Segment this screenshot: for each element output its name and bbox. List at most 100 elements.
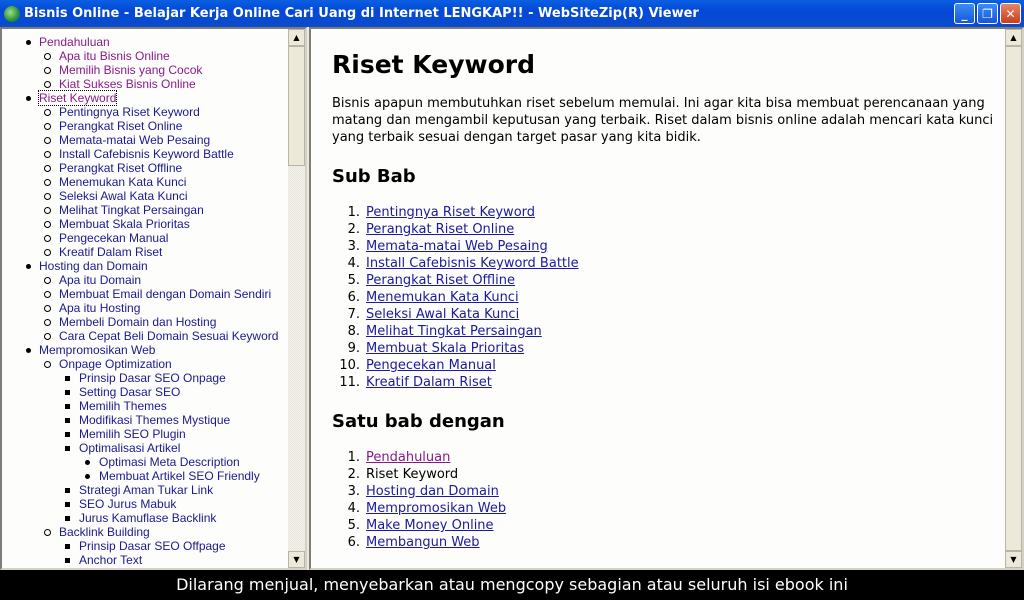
toc-item: Kiat Sukses Bisnis Online xyxy=(39,77,305,91)
toc-item: Kreatif Dalam Riset xyxy=(39,245,305,259)
chapter-link[interactable]: Membuat Skala Prioritas xyxy=(366,340,524,357)
toc-link[interactable]: Kiat Sukses Bisnis Online xyxy=(59,77,196,91)
toc-link[interactable]: Memilih Themes xyxy=(79,399,167,413)
chapter-link[interactable]: Pengecekan Manual xyxy=(366,357,496,374)
toc-item: Pentingnya Riset Keyword xyxy=(39,105,305,119)
close-button[interactable]: ✕ xyxy=(1000,3,1021,24)
toc-link[interactable]: Memilih Bisnis yang Cocok xyxy=(59,63,202,77)
toc-link[interactable]: Membeli Domain dan Hosting xyxy=(59,315,216,329)
content-scrollbar[interactable]: ▲ ▼ xyxy=(1005,29,1022,568)
list-item: 3. Memata-matai Web Pesaing xyxy=(332,238,1012,255)
toc-link[interactable]: Memata-matai Web Pesaing xyxy=(59,133,210,147)
list-item: 5. Make Money Online xyxy=(332,517,1012,534)
toc-item: Membuat Email dengan Domain Sendiri xyxy=(39,287,305,301)
item-number: 3. xyxy=(347,484,360,499)
copyright-notice: Dilarang menjual, menyebarkan atau mengc… xyxy=(0,570,1024,600)
toc-link[interactable]: Install Cafebisnis Keyword Battle xyxy=(59,147,234,161)
toc-link[interactable]: Kreatif Dalam Riset xyxy=(59,245,162,259)
toc-scrollbar[interactable]: ▲ ▼ xyxy=(288,29,305,568)
toc-item: Prinsip Dasar SEO Offpage xyxy=(59,539,305,553)
bullet-icon xyxy=(26,40,31,45)
scroll-thumb[interactable] xyxy=(288,46,305,166)
list-item: 1. Pentingnya Riset Keyword xyxy=(332,204,1012,221)
chapter-link[interactable]: Seleksi Awal Kata Kunci xyxy=(366,306,519,323)
chapter-link[interactable]: Melihat Tingkat Persaingan xyxy=(366,323,542,340)
toc-link[interactable]: Optimalisasi Artikel xyxy=(79,441,180,455)
toc-item: Perangkat Riset Offline xyxy=(39,161,305,175)
toc-link[interactable]: Riset Keyword xyxy=(37,90,118,106)
toc-link[interactable]: Memilih SEO Plugin xyxy=(79,427,186,441)
chapter-link[interactable]: Install Cafebisnis Keyword Battle xyxy=(366,255,579,272)
chapter-link[interactable]: Mempromosikan Web xyxy=(366,500,506,517)
scroll-up-button[interactable]: ▲ xyxy=(288,29,305,46)
page-title: Riset Keyword xyxy=(332,50,535,79)
toc-link[interactable]: Menemukan Kata Kunci xyxy=(59,175,186,189)
toc-link[interactable]: Perangkat Riset Online xyxy=(59,119,182,133)
chapter-link[interactable]: Pentingnya Riset Keyword xyxy=(366,204,535,221)
toc-link[interactable]: Melihat Tingkat Persaingan xyxy=(59,203,204,217)
chapter-link[interactable]: Memata-matai Web Pesaing xyxy=(366,238,548,255)
toc-link[interactable]: Prinsip Dasar SEO Onpage xyxy=(79,371,226,385)
chapter-link[interactable]: Menemukan Kata Kunci xyxy=(366,289,519,306)
toc-link[interactable]: Seleksi Awal Kata Kunci xyxy=(59,189,188,203)
scroll-up-button[interactable]: ▲ xyxy=(1005,29,1022,46)
restore-button[interactable]: ❐ xyxy=(977,3,998,24)
toc-link[interactable]: Apa itu Bisnis Online xyxy=(59,49,170,63)
toc-link[interactable]: Perangkat Riset Offline xyxy=(59,161,182,175)
bullet-icon xyxy=(44,277,51,284)
chapter-link[interactable]: Perangkat Riset Offline xyxy=(366,272,515,289)
toc-link[interactable]: Membuat Artikel SEO Friendly xyxy=(99,469,260,483)
list-item: 2. Riset Keyword xyxy=(332,466,1012,483)
chapter-link[interactable]: Hosting dan Domain xyxy=(366,483,499,500)
toc-link[interactable]: Membuat Skala Prioritas xyxy=(59,217,190,231)
toc-link[interactable]: Backlink Building xyxy=(59,525,150,539)
scroll-thumb[interactable] xyxy=(1005,46,1022,551)
item-number: 2. xyxy=(347,222,360,237)
bullet-icon xyxy=(65,558,70,563)
chapter-link[interactable]: Kreatif Dalam Riset xyxy=(366,374,492,391)
toc-link[interactable]: Modifikasi Themes Mystique xyxy=(79,413,230,427)
bullet-icon xyxy=(65,404,70,409)
toc-item: Prinsip Dasar SEO Onpage xyxy=(59,371,305,385)
toc-link[interactable]: Setting Dasar SEO xyxy=(79,385,180,399)
item-number: 4. xyxy=(347,256,360,271)
toc-link[interactable]: Apa itu Domain xyxy=(59,273,141,287)
toc-link[interactable]: Pengecekan Manual xyxy=(59,231,168,245)
minimize-button[interactable]: _ xyxy=(954,3,975,24)
toc-item: Pendahuluan xyxy=(2,35,305,49)
scroll-down-button[interactable]: ▼ xyxy=(288,551,305,568)
toc-item: Apa itu Domain xyxy=(39,273,305,287)
bullet-icon xyxy=(44,165,51,172)
toc-item: Jurus Kamuflase Backlink xyxy=(59,511,305,525)
bullet-icon xyxy=(65,446,70,451)
item-number: 4. xyxy=(347,501,360,516)
toc-link[interactable]: Pentingnya Riset Keyword xyxy=(59,105,200,119)
bullet-icon xyxy=(44,193,51,200)
item-number: 2. xyxy=(347,467,360,482)
toc-link[interactable]: Apa itu Hosting xyxy=(59,301,140,315)
toc-item: Optimasi Meta Description xyxy=(79,455,305,469)
toc-link[interactable]: Pendahuluan xyxy=(39,35,110,49)
toc-link[interactable]: SEO Jurus Mabuk xyxy=(79,497,176,511)
toc-item: Install Cafebisnis Keyword Battle xyxy=(39,147,305,161)
chapter-link[interactable]: Perangkat Riset Online xyxy=(366,221,514,238)
toc-link[interactable]: Jurus Kamuflase Backlink xyxy=(79,511,216,525)
toc-item: Anchor Text xyxy=(59,553,305,567)
toc-link[interactable]: Mempromosikan Web xyxy=(39,343,155,357)
toc-item: Seleksi Awal Kata Kunci xyxy=(39,189,305,203)
toc-link[interactable]: Onpage Optimization xyxy=(59,357,172,371)
toc-link[interactable]: Strategi Aman Tukar Link xyxy=(79,483,213,497)
item-number: 3. xyxy=(347,239,360,254)
toc-link[interactable]: Prinsip Dasar SEO Offpage xyxy=(79,539,226,553)
chapter-link[interactable]: Make Money Online xyxy=(366,517,494,534)
toc-link[interactable]: Membuat Email dengan Domain Sendiri xyxy=(59,287,271,301)
toc-link[interactable]: Optimasi Meta Description xyxy=(99,455,240,469)
list-item: 2. Perangkat Riset Online xyxy=(332,221,1012,238)
toc-link[interactable]: Anchor Text xyxy=(79,553,142,567)
toc-link[interactable]: Hosting dan Domain xyxy=(39,259,148,273)
chapter-link[interactable]: Pendahuluan xyxy=(366,449,450,466)
scroll-down-button[interactable]: ▼ xyxy=(1005,551,1022,568)
chapter-link[interactable]: Membangun Web xyxy=(366,534,480,551)
toc-link[interactable]: Cara Cepat Beli Domain Sesuai Keyword xyxy=(59,329,278,343)
intro-text: Bisnis apapun membutuhkan riset sebelum … xyxy=(332,96,994,145)
